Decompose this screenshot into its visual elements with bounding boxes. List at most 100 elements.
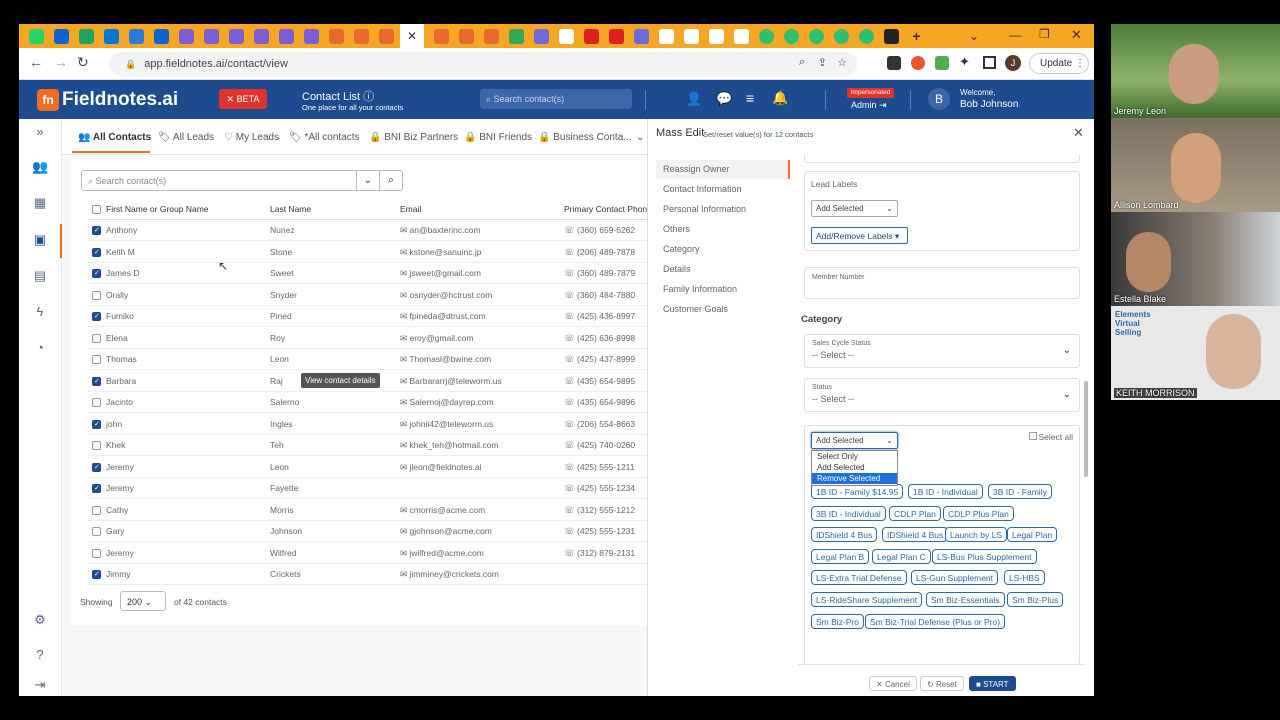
phone-cell[interactable]: ☏ (360) 659-6262 bbox=[564, 225, 635, 236]
row-checkbox[interactable] bbox=[92, 398, 101, 407]
row-checkbox[interactable] bbox=[92, 290, 101, 300]
contacts-icon[interactable]: 👥 bbox=[32, 159, 48, 175]
product-tag[interactable]: 1B ID - Individual bbox=[908, 484, 983, 499]
tab-my-leads[interactable]: ♡ My Leads bbox=[224, 132, 279, 143]
row-checkbox[interactable] bbox=[92, 226, 101, 235]
table-row[interactable]: john Ingles ✉ johnii42@teleworm.us ☏ (20… bbox=[88, 414, 648, 435]
option-add-selected[interactable]: Add Selected bbox=[812, 462, 897, 473]
product-tag[interactable]: CDLP Plus Plan bbox=[943, 505, 1014, 521]
page-size-select[interactable]: 200 ⌄ bbox=[120, 591, 166, 611]
start-button[interactable]: ■ START bbox=[969, 676, 1016, 691]
table-row[interactable]: Khek Teh ✉ khek_teh@hotmail.com ☏ (425) … bbox=[88, 435, 648, 456]
product-tag[interactable]: IDShield 4 Bus bbox=[882, 527, 949, 543]
row-checkbox[interactable] bbox=[92, 312, 101, 321]
member-number-field[interactable]: Member Number bbox=[804, 267, 1080, 299]
phone-cell[interactable]: ☏ (206) 489-7878 bbox=[564, 247, 635, 258]
ext-tab-icon[interactable] bbox=[634, 28, 649, 44]
status-select[interactable]: Status -- Select -- ⌄ bbox=[804, 378, 1080, 412]
first-name-cell[interactable]: Thomas bbox=[106, 354, 137, 364]
tab-strip[interactable]: ✕ + bbox=[19, 24, 924, 48]
phone-cell[interactable]: ☏ (425) 555-1211 bbox=[564, 462, 635, 473]
table-row[interactable]: Thomas Leon ✉ Thomasl@bwine.com ☏ (425) … bbox=[88, 349, 648, 370]
table-row[interactable]: Keith M Stone ✉ kstone@sanuinc.jp ☏ (206… bbox=[88, 242, 648, 263]
row-checkbox[interactable] bbox=[92, 548, 101, 558]
product-tag[interactable]: 3B ID - Individual bbox=[811, 505, 886, 521]
email-cell[interactable]: ✉ jimminey@crickets.com bbox=[400, 569, 499, 580]
email-cell[interactable]: ✉ eroy@gmail.com bbox=[400, 333, 473, 344]
email-cell[interactable]: ✉ fpineda@dtrust.com bbox=[400, 311, 486, 322]
google-tab-icon[interactable] bbox=[734, 28, 749, 44]
phone-cell[interactable]: ☏ (360) 489-7879 bbox=[564, 268, 635, 279]
profile-avatar[interactable]: J bbox=[1005, 55, 1021, 71]
search-dropdown-icon[interactable]: ⌄ bbox=[356, 170, 380, 191]
col-first-name[interactable]: First Name or Group Name bbox=[106, 204, 209, 214]
product-tag[interactable]: LS-Extra Trial Defense bbox=[811, 570, 907, 586]
row-checkbox[interactable] bbox=[92, 269, 101, 278]
sidepanel-icon[interactable] bbox=[983, 56, 996, 69]
google-tab-icon[interactable] bbox=[559, 28, 574, 44]
chart-icon[interactable]: ◔ bbox=[32, 340, 48, 356]
table-row[interactable]: Jeremy Fayette ☏ (425) 555-1234 bbox=[88, 478, 648, 499]
row-checkbox[interactable] bbox=[92, 441, 101, 450]
phone-cell[interactable]: ☏ (312) 555-1212 bbox=[564, 505, 635, 516]
row-checkbox[interactable] bbox=[92, 355, 101, 364]
s-tab-icon[interactable] bbox=[254, 28, 269, 44]
nav-item[interactable]: Family Information bbox=[663, 284, 737, 294]
scrollbar-thumb[interactable] bbox=[1084, 381, 1088, 477]
email-cell[interactable]: ✉ jwilfred@acme.com bbox=[400, 548, 484, 559]
product-tag[interactable]: 1B ID - Family $14.95 bbox=[811, 484, 904, 499]
product-tag[interactable]: Sm Biz-Plus bbox=[1007, 592, 1064, 607]
first-name-cell[interactable]: Elena bbox=[106, 333, 128, 343]
extension-icon[interactable] bbox=[911, 56, 925, 70]
email-cell[interactable]: ✉ kstone@sanuinc.jp bbox=[400, 247, 481, 258]
first-name-cell[interactable]: Jeremy bbox=[106, 462, 134, 472]
s-tab-icon[interactable] bbox=[229, 28, 244, 44]
table-row[interactable]: Elena Roy ✉ eroy@gmail.com ☏ (425) 636-8… bbox=[88, 328, 648, 349]
expand-icon[interactable]: » bbox=[32, 124, 48, 140]
close-window-icon[interactable]: ✕ bbox=[1071, 27, 1082, 43]
dashboard-icon[interactable]: ▦ bbox=[32, 195, 48, 211]
row-checkbox[interactable] bbox=[92, 527, 101, 536]
help-chat-icon[interactable]: ? bbox=[32, 647, 48, 663]
email-cell[interactable]: ✉ jsweet@gmail.com bbox=[400, 268, 481, 279]
nav-item[interactable]: Customer Goals bbox=[663, 304, 728, 314]
add-remove-labels-button[interactable]: Add/Remove Labels ▾ bbox=[811, 227, 908, 244]
first-name-cell[interactable]: Keith M bbox=[106, 247, 135, 257]
row-checkbox[interactable] bbox=[92, 505, 101, 515]
doc-tab-icon[interactable] bbox=[379, 28, 394, 44]
cancel-button[interactable]: ✕ Cancel bbox=[869, 676, 917, 691]
first-name-cell[interactable]: Jimmy bbox=[106, 569, 131, 579]
beta-badge[interactable]: ✕ BETA bbox=[219, 89, 267, 109]
first-name-cell[interactable]: john bbox=[106, 419, 122, 429]
active-tab[interactable]: ✕ bbox=[400, 24, 424, 48]
first-name-cell[interactable]: Anthony bbox=[106, 225, 137, 235]
tab-all-contacts-star[interactable]: 🏷 *All contacts bbox=[289, 132, 360, 143]
col-email[interactable]: Email bbox=[400, 204, 421, 214]
s-tab-icon[interactable] bbox=[279, 28, 294, 44]
reset-button[interactable]: ↻ Reset bbox=[920, 676, 964, 691]
circle-tab-icon[interactable] bbox=[759, 28, 774, 44]
first-name-cell[interactable]: Gary bbox=[106, 526, 124, 536]
participant-tile[interactable]: Jeremy Leon bbox=[1111, 24, 1280, 118]
sales-cycle-select[interactable]: Sales Cycle Status -- Select -- ⌄ bbox=[804, 334, 1080, 368]
product-tag[interactable]: Legal Plan bbox=[1007, 527, 1058, 543]
forward-icon[interactable]: → bbox=[54, 54, 68, 70]
phone-cell[interactable]: ☏ (312) 879-2131 bbox=[564, 548, 635, 559]
email-cell[interactable]: ✉ johnii42@teleworm.us bbox=[400, 419, 493, 430]
select-all-checkbox[interactable] bbox=[92, 205, 101, 214]
search-icon[interactable]: ⌕ bbox=[799, 56, 805, 69]
first-name-cell[interactable]: Orally bbox=[106, 290, 128, 300]
row-checkbox[interactable] bbox=[92, 570, 101, 579]
update-button[interactable]: Update ⋮ bbox=[1029, 53, 1089, 74]
doc-tab-icon[interactable] bbox=[484, 28, 499, 44]
table-row[interactable]: Anthony Nunez ✉ an@baxterinc.com ☏ (360)… bbox=[88, 220, 648, 241]
product-tag[interactable]: Legal Plan C bbox=[872, 548, 931, 564]
product-tag[interactable]: Legal Plan B bbox=[811, 548, 870, 564]
table-row[interactable]: Jeremy Wilfred ✉ jwilfred@acme.com ☏ (31… bbox=[88, 543, 648, 564]
product-tag[interactable]: Sm Biz-Essentials bbox=[926, 592, 1005, 607]
circle-tab-icon[interactable] bbox=[859, 28, 874, 44]
table-row[interactable]: Cathy Morris ✉ cmorris@acme.com ☏ (312) … bbox=[88, 500, 648, 521]
col-phone[interactable]: Primary Contact Phone bbox=[564, 204, 652, 214]
participant-tile[interactable]: Allison Lombard bbox=[1111, 118, 1280, 212]
star-icon[interactable]: ☆ bbox=[837, 56, 847, 69]
